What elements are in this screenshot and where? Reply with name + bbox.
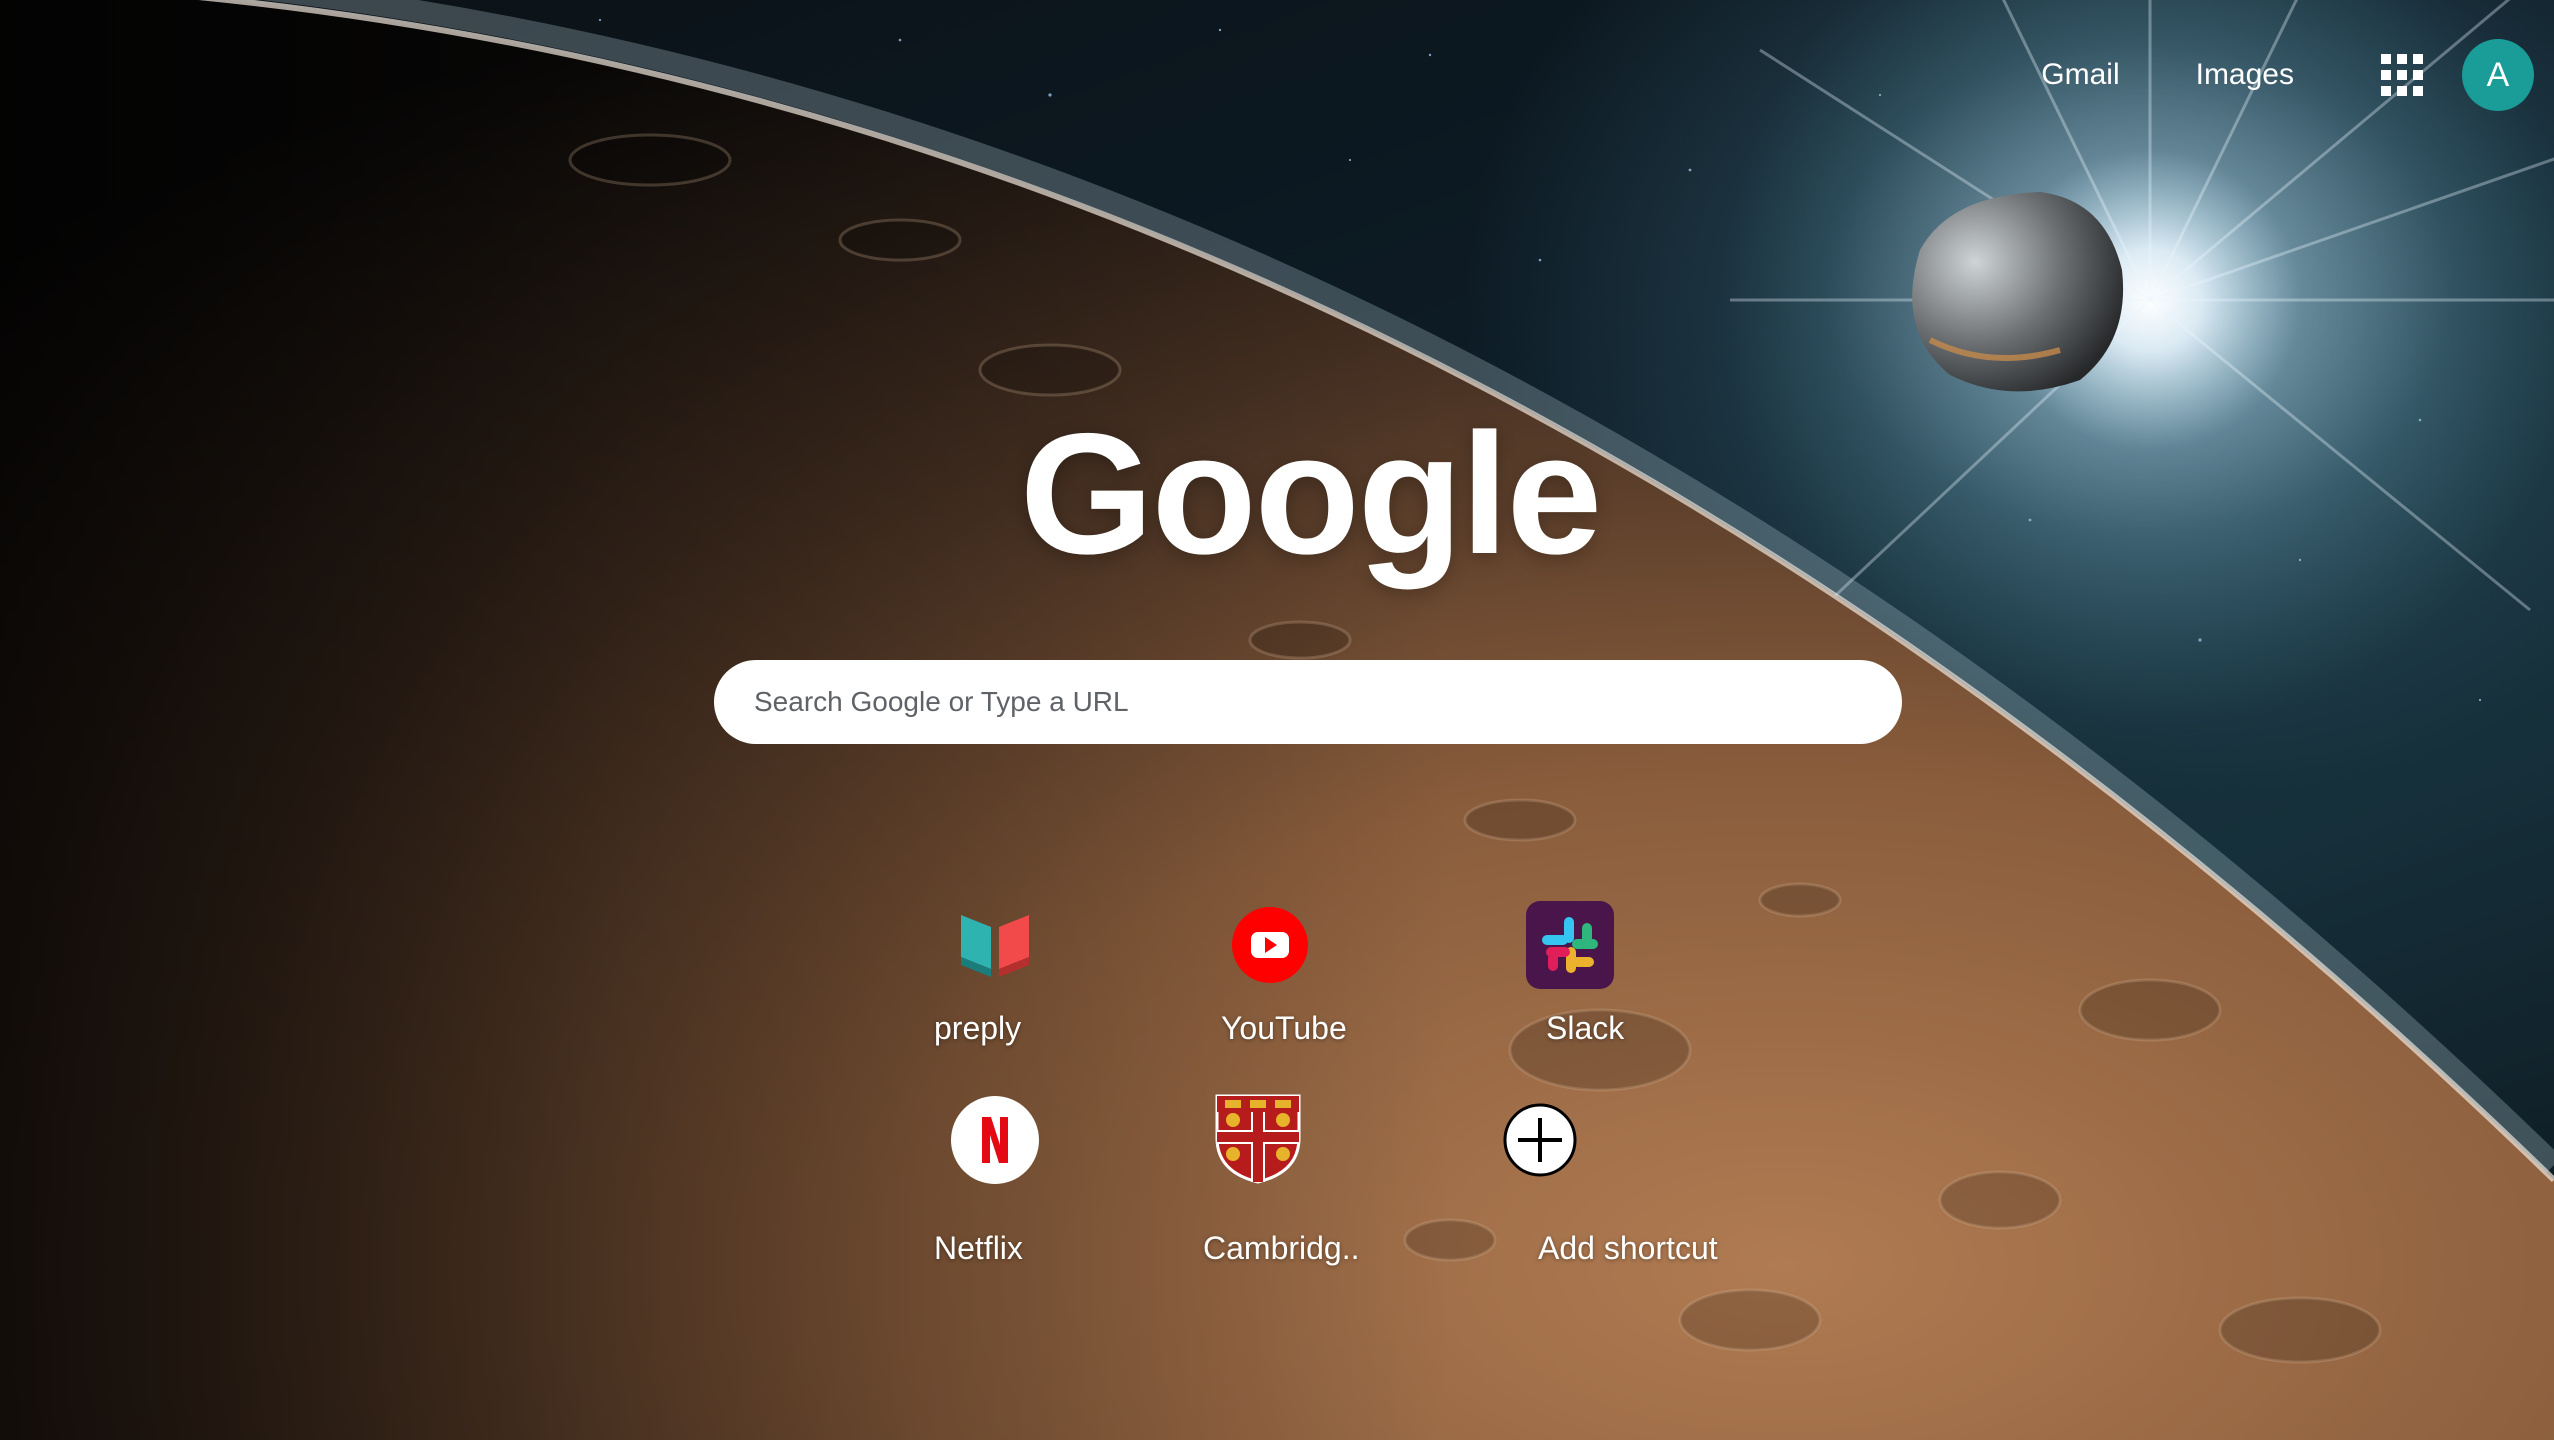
shortcut-label: preply [934,1010,1022,1046]
shortcut-label: Netflix [934,1230,1023,1266]
shortcut-label: YouTube [1221,1010,1347,1046]
gmail-link[interactable]: Gmail [2003,48,2157,102]
shortcut-slack[interactable]: Slack [1495,900,1735,1100]
shortcut-label: Add shortcut [1538,1230,1718,1266]
shortcut-label: Slack [1546,1010,1625,1046]
asteroid [1912,192,2124,392]
add-shortcut-button[interactable]: Add shortcut [1495,1095,1735,1295]
netflix-logo-icon [950,1095,1040,1185]
youtube-logo-icon [1225,900,1315,990]
account-avatar[interactable]: A [2462,39,2534,111]
top-bar: Gmail Images A [2003,39,2534,111]
shortcut-label: Cambridg.. [1203,1230,1360,1266]
slack-logo-icon [1525,900,1615,990]
add-icon [1495,1095,1585,1185]
shortcut-cambridge[interactable]: Cambridg.. [1185,1093,1425,1295]
preply-logo-icon [950,900,1040,990]
apps-grid-icon[interactable] [2372,45,2432,105]
shortcut-netflix[interactable]: Netflix [900,1095,1140,1295]
shortcut-youtube[interactable]: YouTube [1185,900,1425,1100]
images-link[interactable]: Images [2158,48,2332,102]
google-logo: Google [1019,398,1602,590]
shortcut-preply[interactable]: preply [900,900,1140,1100]
cambridge-crest-icon [1213,1093,1303,1184]
search-input[interactable] [714,660,1902,744]
